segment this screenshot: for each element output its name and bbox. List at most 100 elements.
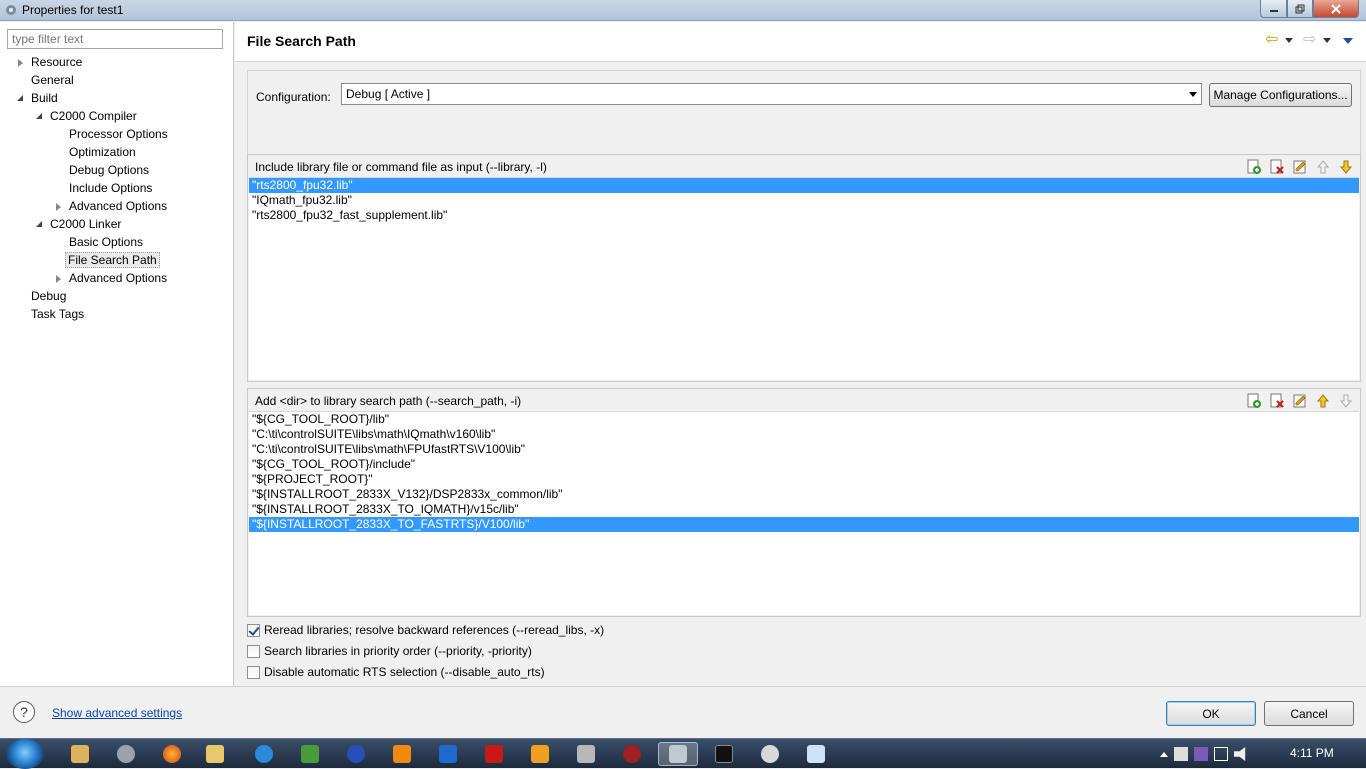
tree-item-advanced-options-compiler[interactable]: Advanced Options [54,198,169,215]
edit-icon[interactable] [1292,393,1308,409]
taskbar-settings-icon[interactable] [106,742,146,766]
chevron-up-icon[interactable] [1160,751,1168,757]
taskbar-paint-icon[interactable] [750,742,790,766]
close-button[interactable] [1313,0,1359,18]
configuration-label: Configuration: [256,90,331,104]
taskbar-app-icon[interactable] [428,742,468,766]
search-path-toolbar [1246,393,1354,409]
tree-item-build[interactable]: Build [16,90,60,107]
taskbar-cmd-icon[interactable] [704,742,744,766]
taskbar-ie-icon[interactable] [244,742,284,766]
list-item[interactable]: "${PROJECT_ROOT}" [249,472,1359,487]
clock[interactable]: 4:11 PM [1290,746,1334,760]
configuration-value: Debug [ Active ] [346,87,431,101]
start-button[interactable] [6,739,44,769]
search-path-group-title: Add <dir> to library search path (--sear… [255,394,522,408]
tree-item-task-tags[interactable]: Task Tags [29,306,86,323]
tree-item-label: C2000 Linker [50,217,122,231]
add-icon[interactable] [1246,393,1262,409]
taskbar-media-icon[interactable] [520,742,560,766]
list-item[interactable]: "C:\ti\controlSUITE\libs\math\IQmath\v16… [249,427,1359,442]
manage-configurations-button[interactable]: Manage Configurations... [1209,83,1352,107]
tree-item-general[interactable]: General [29,72,76,89]
tree-item-processor-options[interactable]: Processor Options [67,126,170,143]
taskbar-explorer-icon[interactable] [60,742,100,766]
tree-item-label: Processor Options [69,127,168,141]
cancel-button[interactable]: Cancel [1264,701,1354,726]
tree-item-advanced-options-linker[interactable]: Advanced Options [54,270,169,287]
tray-network-icon[interactable] [1214,747,1228,761]
library-list[interactable]: "rts2800_fpu32.lib" "IQmath_fpu32.lib" "… [249,177,1359,380]
chevron-down-icon[interactable] [1323,37,1331,43]
edit-icon[interactable] [1292,159,1308,175]
priority-order-checkbox[interactable]: Search libraries in priority order (--pr… [247,643,532,659]
reread-libraries-checkbox[interactable]: Reread libraries; resolve backward refer… [247,622,604,638]
list-item[interactable]: "${INSTALLROOT_2833X_TO_IQMATH}/v15c/lib… [249,502,1359,517]
library-toolbar [1246,159,1354,175]
checkbox-unchecked[interactable] [247,665,260,679]
back-arrow-icon[interactable]: ⇦ [1265,32,1281,48]
expand-icon[interactable] [56,203,61,211]
tray-app-icon[interactable] [1194,747,1208,761]
move-down-icon[interactable] [1338,393,1354,409]
checkbox-unchecked[interactable] [247,644,260,658]
add-icon[interactable] [1246,159,1262,175]
ok-button[interactable]: OK [1166,701,1256,726]
tree-item-c2000-linker[interactable]: C2000 Linker [35,216,123,233]
tree-item-optimization[interactable]: Optimization [67,144,138,161]
taskbar-vlc-icon[interactable] [382,742,422,766]
taskbar-notepad-icon[interactable] [796,742,836,766]
tree-item-file-search-path[interactable]: File Search Path [65,252,160,269]
search-path-list[interactable]: "${CG_TOOL_ROOT}/lib" "C:\ti\controlSUIT… [249,411,1359,615]
filter-input[interactable] [7,29,223,49]
expand-icon[interactable] [56,275,61,283]
tree-item-label: Debug [31,289,67,303]
nav-forward-group: ⇨ [1303,32,1331,48]
tree-item-c2000-compiler[interactable]: C2000 Compiler [35,108,139,125]
view-menu-icon[interactable] [1343,38,1353,44]
chevron-down-icon[interactable] [1285,37,1293,43]
expand-icon[interactable] [18,59,23,67]
list-item[interactable]: "IQmath_fpu32.lib" [249,193,1359,208]
taskbar-app-icon[interactable] [290,742,330,766]
property-page: File Search Path ⇦ ⇨ Configuration: Debu… [235,22,1366,686]
checkbox-checked[interactable] [247,623,260,637]
taskbar-app-icon[interactable] [336,742,376,766]
taskbar-firefox-icon[interactable] [152,742,192,766]
collapse-icon[interactable] [36,221,42,227]
move-up-icon[interactable] [1315,393,1331,409]
list-item[interactable]: "${INSTALLROOT_2833X_TO_FASTRTS}/V100/li… [249,517,1359,532]
taskbar-acrobat-icon[interactable] [474,742,514,766]
maximize-button[interactable] [1287,0,1313,18]
taskbar-ccs-icon[interactable] [658,742,698,766]
collapse-icon[interactable] [36,113,42,119]
list-item[interactable]: "rts2800_fpu32_fast_supplement.lib" [249,208,1359,223]
taskbar-app-icon[interactable] [566,742,606,766]
tree-item-basic-options[interactable]: Basic Options [67,234,145,251]
list-item[interactable]: "rts2800_fpu32.lib" [249,178,1359,193]
list-item[interactable]: "${CG_TOOL_ROOT}/include" [249,457,1359,472]
taskbar-folder-icon[interactable] [195,742,235,766]
delete-icon[interactable] [1269,393,1285,409]
move-down-icon[interactable] [1338,159,1354,175]
show-advanced-settings-link[interactable]: Show advanced settings [52,706,182,720]
forward-arrow-icon[interactable]: ⇨ [1303,32,1319,48]
tree-item-debug[interactable]: Debug [29,288,68,305]
list-item[interactable]: "${CG_TOOL_ROOT}/lib" [249,412,1359,427]
help-icon[interactable]: ? [13,701,35,723]
list-item[interactable]: "C:\ti\controlSUITE\libs\math\FPUfastRTS… [249,442,1359,457]
configuration-select[interactable]: Debug [ Active ] [341,83,1202,105]
tree-item-resource[interactable]: Resource [16,54,84,71]
tray-volume-icon[interactable] [1234,747,1246,761]
collapse-icon[interactable] [17,95,23,101]
tree-item-include-options[interactable]: Include Options [67,180,154,197]
taskbar-app-icon[interactable] [612,742,652,766]
tree-item-debug-options[interactable]: Debug Options [67,162,151,179]
disable-auto-rts-checkbox[interactable]: Disable automatic RTS selection (--disab… [247,664,545,680]
list-item[interactable]: "${INSTALLROOT_2833X_V132}/DSP2833x_comm… [249,487,1359,502]
system-tray [1160,739,1248,769]
tray-device-icon[interactable] [1174,747,1188,761]
minimize-button[interactable] [1260,0,1287,18]
delete-icon[interactable] [1269,159,1285,175]
move-up-icon[interactable] [1315,159,1331,175]
